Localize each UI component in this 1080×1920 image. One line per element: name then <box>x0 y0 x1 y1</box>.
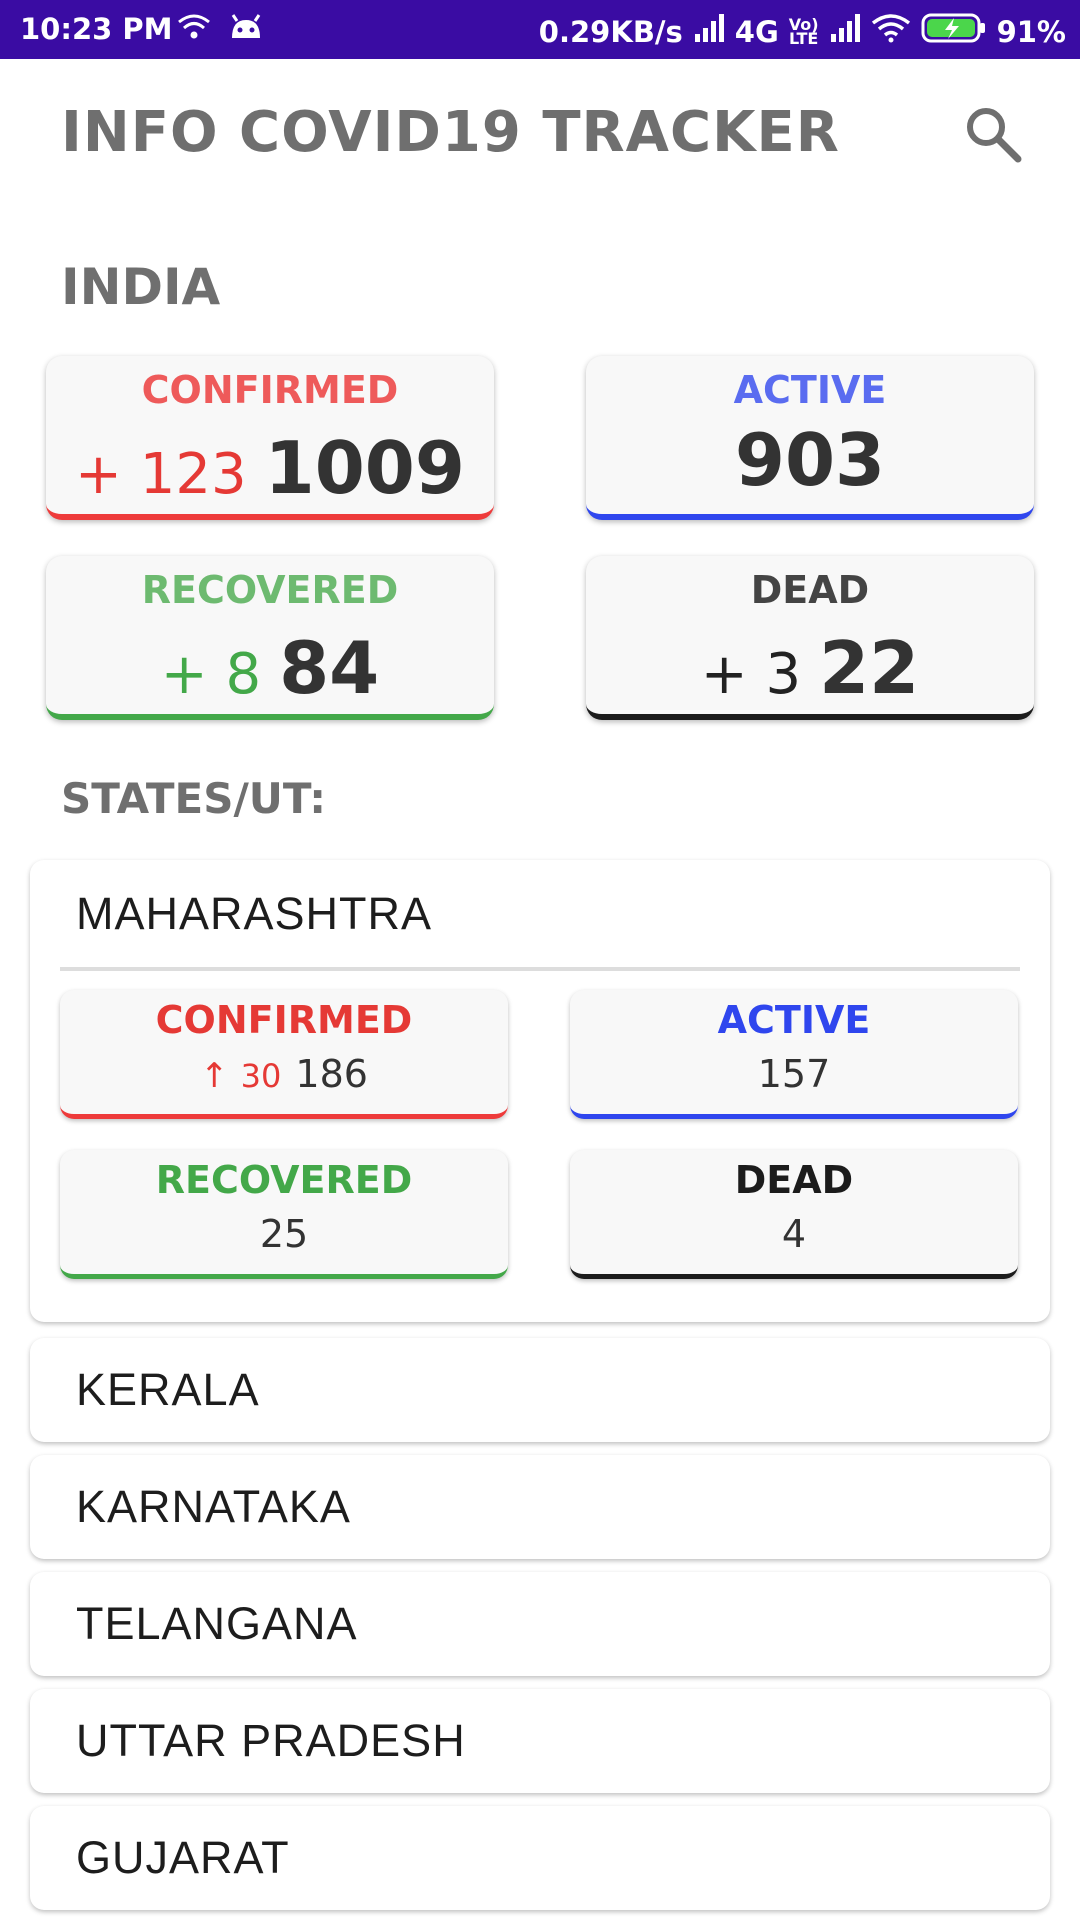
state-dead-card: DEAD 4 <box>570 1150 1018 1279</box>
confirmed-value: 1009 <box>264 426 465 510</box>
state-dead-value: 4 <box>781 1212 807 1256</box>
india-confirmed-card: CONFIRMED + 123 1009 <box>46 356 494 520</box>
state-card-karnataka[interactable]: KARNATAKA <box>30 1455 1050 1559</box>
dead-label: DEAD <box>750 568 870 612</box>
state-dead-label: DEAD <box>734 1158 854 1202</box>
state-recovered-row: 25 <box>60 1212 508 1256</box>
active-value: 903 <box>734 418 886 502</box>
wifi-icon <box>871 13 911 50</box>
signal-icon-2 <box>829 14 861 49</box>
india-recovered-card: RECOVERED + 8 84 <box>46 556 494 720</box>
confirmed-value-row: + 123 1009 <box>46 426 494 510</box>
battery-icon <box>921 12 987 51</box>
state-confirmed-delta: 30 <box>240 1057 282 1095</box>
state-divider <box>60 967 1020 971</box>
state-confirmed-label: CONFIRMED <box>155 998 413 1042</box>
status-bar: 10:23 PM 0.29KB/s 4G Vo) LTE 91% <box>0 0 1080 59</box>
states-heading: STATES/UT: <box>61 774 327 823</box>
dead-delta: + 3 <box>700 642 802 707</box>
state-name: KERALA <box>76 1364 260 1415</box>
android-debug-icon <box>228 12 264 49</box>
state-recovered-value: 25 <box>259 1212 309 1256</box>
state-active-row: 157 <box>570 1052 1018 1096</box>
volte-badge: Vo) LTE <box>788 16 819 48</box>
battery-percent: 91% <box>996 14 1066 49</box>
state-card-telangana[interactable]: TELANGANA <box>30 1572 1050 1676</box>
network-speed: 0.29KB/s <box>538 14 683 49</box>
app-title: INFO COVID19 TRACKER <box>61 100 840 165</box>
state-name: MAHARASHTRA <box>76 888 433 939</box>
active-label: ACTIVE <box>733 368 887 412</box>
recovered-value: 84 <box>279 626 380 710</box>
network-type: 4G <box>734 14 779 49</box>
recovered-label: RECOVERED <box>141 568 399 612</box>
state-card-maharashtra[interactable]: MAHARASHTRA CONFIRMED ↑ 30 186 ACTIVE 15… <box>30 860 1050 1322</box>
dead-value-row: + 3 22 <box>586 626 1034 710</box>
search-icon <box>967 108 1022 163</box>
state-name: UTTAR PRADESH <box>76 1715 466 1766</box>
arrow-up-icon: ↑ <box>200 1056 229 1096</box>
state-recovered-label: RECOVERED <box>155 1158 413 1202</box>
state-name: KARNATAKA <box>76 1481 351 1532</box>
recovered-value-row: + 8 84 <box>46 626 494 710</box>
state-active-card: ACTIVE 157 <box>570 990 1018 1119</box>
state-confirmed-row: ↑ 30 186 <box>60 1052 508 1096</box>
state-dead-row: 4 <box>570 1212 1018 1256</box>
india-dead-card: DEAD + 3 22 <box>586 556 1034 720</box>
state-card-kerala[interactable]: KERALA <box>30 1338 1050 1442</box>
search-button[interactable] <box>962 103 1024 165</box>
active-value-row: 903 <box>586 418 1034 502</box>
state-confirmed-value: 186 <box>295 1052 368 1096</box>
state-name: GUJARAT <box>76 1832 290 1883</box>
state-confirmed-delta-group: ↑ 30 <box>200 1052 281 1096</box>
state-active-label: ACTIVE <box>717 998 871 1042</box>
status-right-group: 0.29KB/s 4G Vo) LTE 91% <box>539 12 1066 51</box>
dead-value: 22 <box>819 626 920 710</box>
state-card-uttar-pradesh[interactable]: UTTAR PRADESH <box>30 1689 1050 1793</box>
state-recovered-card: RECOVERED 25 <box>60 1150 508 1279</box>
recovered-delta: + 8 <box>160 642 262 707</box>
volte-bottom: LTE <box>788 28 819 48</box>
state-name: TELANGANA <box>76 1598 358 1649</box>
state-card-gujarat[interactable]: GUJARAT <box>30 1806 1050 1910</box>
confirmed-label: CONFIRMED <box>141 368 399 412</box>
status-time: 10:23 PM <box>20 12 173 46</box>
state-confirmed-card: CONFIRMED ↑ 30 186 <box>60 990 508 1119</box>
hotspot-icon <box>176 12 212 49</box>
country-title: INDIA <box>61 258 221 316</box>
signal-icon <box>693 14 725 49</box>
india-active-card: ACTIVE 903 <box>586 356 1034 520</box>
confirmed-delta: + 123 <box>75 442 247 507</box>
state-active-value: 157 <box>757 1052 831 1096</box>
